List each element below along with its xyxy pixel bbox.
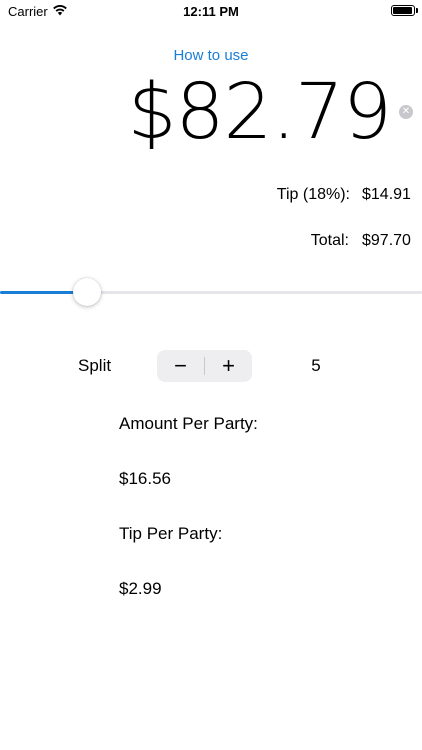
total-value: $97.70 xyxy=(362,232,411,249)
status-bar: Carrier 12:11 PM xyxy=(0,0,422,22)
tip-slider-thumb[interactable] xyxy=(73,278,101,306)
clear-icon[interactable]: ✕ xyxy=(399,105,413,119)
split-stepper[interactable]: − + xyxy=(157,350,252,382)
increment-button[interactable]: + xyxy=(205,350,252,382)
bill-amount[interactable]: $82.79 xyxy=(128,68,392,158)
split-count: 5 xyxy=(311,356,321,375)
battery-cap xyxy=(416,8,418,13)
total-label: Total: xyxy=(310,232,349,249)
tip-value: $14.91 xyxy=(362,186,411,203)
amount-per-party-value: $16.56 xyxy=(119,469,171,488)
tip-label: Tip (18%): xyxy=(276,186,350,203)
tip-per-party-value: $2.99 xyxy=(119,579,162,598)
tip-per-party-label: Tip Per Party: xyxy=(119,524,223,543)
how-to-use-link[interactable]: How to use xyxy=(0,47,422,64)
amount-per-party-label: Amount Per Party: xyxy=(119,414,258,433)
battery-icon xyxy=(391,5,415,16)
split-label: Split xyxy=(78,356,112,375)
decrement-button[interactable]: − xyxy=(157,350,204,382)
tip-slider-track[interactable] xyxy=(0,291,422,294)
status-time: 12:11 PM xyxy=(183,4,239,19)
